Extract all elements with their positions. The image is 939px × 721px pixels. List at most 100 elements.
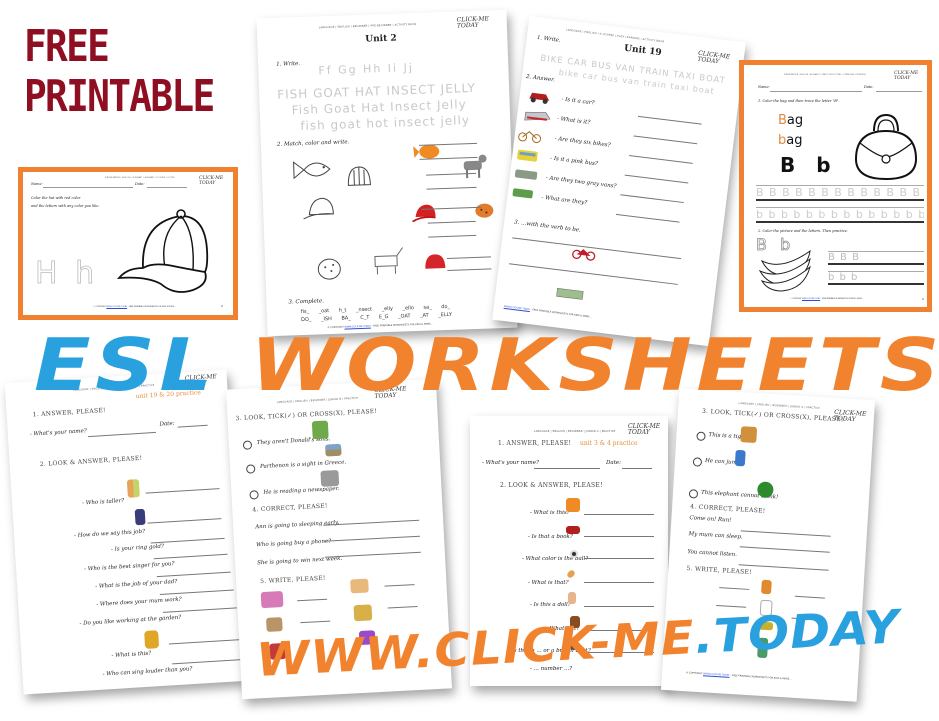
statement: He is reading a newspaper. <box>263 485 340 496</box>
tick-circle[interactable] <box>688 489 699 499</box>
unit-title: Unit 2 <box>365 33 397 45</box>
small-trace-lower: b b b <box>828 271 924 285</box>
question: - What is this? <box>530 510 570 516</box>
small-trace-upper: B B B <box>828 251 924 265</box>
fish-outline-icon <box>293 161 331 180</box>
click-me-logo: CLICK-ME TODAY <box>697 49 731 66</box>
trace-row-lower: b b b b b b b b b b b b b b <box>756 207 924 223</box>
free-word: FREE <box>24 21 110 72</box>
worksheet-footer: WWW.CLICK-ME.TODAY - FREE PRINTABLE WORK… <box>503 304 592 319</box>
section-write: 1. Write. <box>276 60 301 68</box>
url-today: .TODAY <box>693 599 902 664</box>
red-car-icon <box>566 526 580 534</box>
section-write: 1. Write. <box>536 34 562 44</box>
name-question: - What's your name? <box>482 460 539 466</box>
instruction-line-1: Color the hat with red color <box>31 196 81 200</box>
statement: Parthenon is a sight in Greece. <box>259 459 347 471</box>
question: - Who is the best singer for you? <box>84 561 175 573</box>
newspaper-reader-icon <box>320 469 340 487</box>
printable-word: PRINTABLE <box>24 71 215 122</box>
fox-icon <box>761 579 772 595</box>
skiing-icon <box>353 604 373 622</box>
name-question: - What's your name? <box>29 428 87 438</box>
click-me-logo: CLICK-ME TODAY <box>894 71 919 81</box>
car-picture-icon <box>556 288 584 300</box>
question: - Who can sing louder than you? <box>102 666 193 678</box>
train-icon <box>524 111 551 121</box>
red-car-icon <box>529 92 550 104</box>
name-label: Name: <box>31 182 43 186</box>
tick-circle[interactable] <box>696 431 706 441</box>
tall-men-icon <box>126 479 140 498</box>
instruction-1: 1. Color the bag and then trace the lett… <box>758 99 840 103</box>
section-write: 5. WRITE, PLEASE! <box>259 574 326 586</box>
red-bike-icon <box>572 249 596 261</box>
tick-circle[interactable] <box>692 457 703 467</box>
kite-icon <box>566 569 576 579</box>
practice-subtitle: unit 3 & 4 practice <box>580 440 638 447</box>
donald-sons-icon <box>311 420 329 440</box>
bananas-icon <box>758 249 811 292</box>
jacket-icon <box>144 630 160 649</box>
correction: Come on! Run! <box>689 515 732 524</box>
worksheet-header: LANGUAGE | ENGLISH | BEGINNER | PRE-BEGI… <box>318 22 417 30</box>
worksheet-unit-2[interactable]: LANGUAGE | ENGLISH | BEGINNER | PRE-BEGI… <box>256 9 518 337</box>
section-answer: 2. Answer. <box>525 73 556 84</box>
tick-circle[interactable] <box>249 490 259 500</box>
worksheet-footer: © COPYRIGHT WWW.CLICK-ME.TODAY - FREE PR… <box>685 671 792 681</box>
question: - What is that? <box>528 580 569 586</box>
gift-icon <box>566 498 580 512</box>
tick-circle[interactable] <box>242 440 253 450</box>
question: - What are they? <box>541 194 588 207</box>
doll-icon <box>568 592 576 604</box>
vans-icon <box>514 169 538 180</box>
page-number: 2 <box>221 304 223 308</box>
yellow-bus-icon <box>517 149 538 162</box>
correction: My mum can sleep. <box>688 531 743 541</box>
page-number: 2 <box>922 297 924 301</box>
click-me-logo: CLICK-ME TODAY <box>628 423 661 436</box>
esl-word: ESL <box>34 323 217 407</box>
date-label: Date: <box>135 182 145 186</box>
worksheet-unit-19-20-practice[interactable]: LANGUAGE | ENGLISH | BEGINNER | JUNIOR B… <box>4 369 246 695</box>
worksheet-header: LANGUAGE | ENGLISH | A COURSE | EASY LEA… <box>565 28 665 44</box>
esl-worksheets-title: ESL WORKSHEETS <box>34 325 939 405</box>
question: - Are they two gray vans? <box>545 175 617 190</box>
goat-outline-icon <box>374 247 404 275</box>
handbag-icon <box>854 113 918 181</box>
section-verb: 3. ...with the verb to be. <box>513 219 582 234</box>
worksheet-unit-19[interactable]: LANGUAGE | ENGLISH | A COURSE | EASY LEA… <box>492 15 746 347</box>
question: - What is this? <box>111 650 152 660</box>
policeman-icon <box>134 508 146 526</box>
date-label: Date: <box>159 420 175 428</box>
red-jelly-icon <box>425 254 446 269</box>
worksheet-header: KINDERGARTEN | ENGLISH | ALPHABET | ALPH… <box>105 178 175 179</box>
ladybug-red-icon <box>475 203 494 218</box>
cap-outline-icon <box>303 197 334 220</box>
section-match: 2. Match, color and write. <box>276 139 350 148</box>
name-label: Name: <box>758 85 770 89</box>
birthday-icon <box>260 591 284 609</box>
section-answer: 1. ANSWER, PLEASE! <box>498 440 572 447</box>
worksheet-bag-b[interactable]: KINDERGARTEN | ENGLISH | ALPHABET | PRAC… <box>739 60 932 312</box>
worksheet-header: KINDERGARTEN | ENGLISH | ALPHABET | PRAC… <box>784 75 866 76</box>
click-me-logo: CLICK-ME TODAY <box>456 15 489 30</box>
question: - Is it a car? <box>561 96 595 107</box>
correction: You cannot listen. <box>687 549 738 559</box>
worksheet-footer: © COPYRIGHT WWW.CLICK-ME.TODAY - FREE PR… <box>93 306 176 308</box>
section-write: 5. WRITE, PLEASE! <box>686 565 753 577</box>
instruction-line-2: and the letters with any color you like. <box>31 204 100 208</box>
instruction-2: 2. Color the picture and the letters. Th… <box>758 229 848 233</box>
section-answer: 1. ANSWER, PLEASE! <box>32 406 107 419</box>
question: - What color is the ball? <box>522 556 589 562</box>
worksheet-footer: © COPYRIGHT WWW.CLICK-ME.TODAY - FREE PR… <box>790 299 864 300</box>
date-label: Date: <box>606 460 622 466</box>
section-look-answer: 2. LOOK & ANSWER, PLEASE! <box>39 454 143 469</box>
tick-circle[interactable] <box>245 464 256 474</box>
question: - Is it a pink bus? <box>549 155 599 168</box>
word-bag-upper: Bag <box>778 113 804 128</box>
question: - Are they six bikes? <box>554 135 611 149</box>
bikes-icon <box>518 131 542 144</box>
worksheet-hat-h[interactable]: KINDERGARTEN | ENGLISH | ALPHABET | ALPH… <box>18 167 238 320</box>
question: - What is the job of your dad? <box>95 578 178 590</box>
